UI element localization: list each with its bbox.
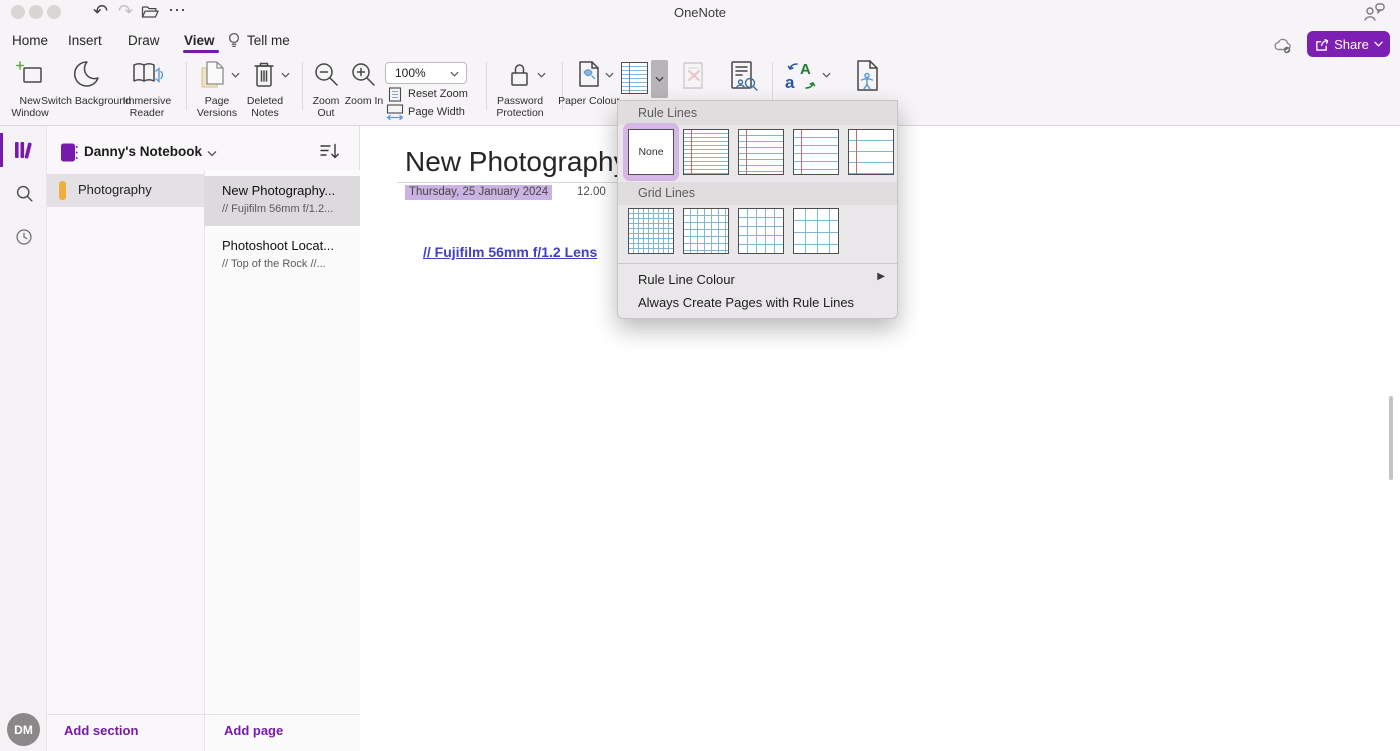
deleted-notes-icon[interactable] [251,59,277,91]
active-tab-underline [183,50,219,53]
new-window-icon[interactable] [16,60,46,90]
notebook-icon [61,143,78,162]
tab-tell-me[interactable]: Tell me [247,33,290,48]
share-icon [1314,37,1329,51]
ribbon-separator [302,62,303,110]
lightbulb-icon [226,31,242,49]
zoom-out-icon[interactable] [311,60,341,90]
password-protection-chevron-icon[interactable] [537,72,546,78]
notebook-chevron-icon[interactable] [207,150,217,157]
recent-notes-clock-icon[interactable] [15,228,33,246]
always-create-pages-item[interactable]: Always Create Pages with Rule Lines [638,295,854,310]
reset-zoom-icon[interactable] [388,87,402,102]
add-section-button[interactable]: Add section [64,723,138,738]
undo-icon[interactable]: ↶ [93,2,108,20]
rule-lines-option-ruled-college[interactable] [738,129,784,175]
page-title: New Photography... [222,183,335,198]
tab-insert[interactable]: Insert [68,33,102,48]
active-rail-indicator [0,133,3,167]
immersive-reader-label[interactable]: Immersive Reader [111,96,183,119]
people-presence-icon[interactable] [1362,2,1388,22]
rule-lines-option-ruled-standard[interactable] [793,129,839,175]
page-row-new-photography[interactable]: New Photography... // Fujifilm 56mm f/1.… [204,176,360,226]
sort-pages-icon[interactable] [318,140,340,162]
vertical-scrollbar[interactable] [1389,396,1393,480]
zoom-level-select[interactable]: 100% [385,62,467,84]
reset-zoom-label[interactable]: Reset Zoom [408,88,468,100]
sidebar: Danny's Notebook Photography New Photogr… [47,126,360,751]
grid-lines-option-grid-medium[interactable] [683,208,729,254]
svg-text:a: a [785,73,795,92]
share-chevron-icon [1374,41,1383,47]
navigation-rail [0,126,47,751]
search-icon[interactable] [15,184,34,203]
rule-lines-menu: Rule Lines None Grid Lines Rule Line Col… [617,100,898,319]
rule-line-colour-item[interactable]: Rule Line Colour [638,272,735,287]
rule-lines-option-none[interactable]: None [628,129,674,175]
grid-lines-option-grid-xlarge[interactable] [793,208,839,254]
zoom-select-chevron-icon [450,71,459,77]
deleted-notes-chevron-icon[interactable] [281,72,290,78]
page-title: Photoshoot Locat... [222,238,334,253]
share-button-label: Share [1334,37,1369,52]
note-time[interactable]: 12.00 [577,186,606,198]
more-toolbar-icon[interactable]: ⋯ [168,1,186,19]
tab-home[interactable]: Home [12,33,48,48]
rule-tiles-row: None [618,101,897,320]
sync-status-cloud-icon [1271,36,1295,55]
password-protection-label[interactable]: Password Protection [479,96,561,119]
page-versions-icon[interactable] [198,59,226,91]
section-row-photography[interactable]: Photography [47,174,204,207]
immersive-reader-icon[interactable] [130,61,164,89]
page-row-photoshoot-locations[interactable]: Photoshoot Locat... // Top of the Rock /… [204,231,360,281]
app-title: OneNote [0,5,1400,20]
deleted-notes-label[interactable]: Deleted Notes [234,96,296,119]
switch-background-icon[interactable] [71,59,101,91]
paper-colour-icon[interactable] [574,59,604,91]
account-avatar[interactable]: DM [7,713,40,746]
section-color-marker [59,181,66,200]
note-link[interactable]: // Fujifilm 56mm f/1.2 Lens [423,244,597,260]
sidebar-bottom-divider [47,714,360,715]
note-date-highlighted[interactable]: Thursday, 25 January 2024 [405,185,552,200]
tab-draw[interactable]: Draw [128,33,160,48]
notebooks-library-icon[interactable] [13,139,36,162]
rule-lines-chevron-icon [655,76,664,82]
accessibility-view-icon[interactable] [852,58,882,94]
menu-separator [618,263,897,264]
page-versions-chevron-icon[interactable] [231,72,240,78]
submenu-arrow-icon: ▶ [877,271,885,282]
paper-colour-chevron-icon[interactable] [605,72,614,78]
svg-text:A: A [800,61,811,78]
translate-chevron-icon[interactable] [822,72,831,78]
check-accessibility-icon[interactable] [727,59,759,93]
redo-icon[interactable]: ↷ [118,2,133,20]
grid-lines-section-header: Grid Lines [618,182,897,205]
open-notebook-icon[interactable] [140,3,160,21]
zoom-level-value: 100% [395,66,426,80]
paper-colour-label[interactable]: Paper Colour [557,96,621,108]
page-width-label[interactable]: Page Width [408,106,465,118]
password-protection-icon[interactable] [505,60,535,90]
page-width-icon[interactable] [386,104,404,120]
grid-lines-option-grid-small[interactable] [628,208,674,254]
section-name: Photography [78,182,152,197]
zoom-out-label[interactable]: Zoom Out [306,96,346,119]
notebook-name[interactable]: Danny's Notebook [84,144,202,159]
rule-lines-dropdown-button[interactable] [651,60,668,98]
share-button[interactable]: Share [1307,31,1390,57]
hide-page-title-icon-disabled [680,60,710,92]
rule-lines-button[interactable] [621,62,648,94]
rule-lines-option-ruled-narrow[interactable] [683,129,729,175]
add-page-button[interactable]: Add page [224,723,283,738]
translate-icon[interactable]: a A [784,58,820,94]
zoom-in-label[interactable]: Zoom In [344,96,384,108]
rule-lines-option-ruled-wide[interactable] [848,129,894,175]
page-subtitle: // Fujifilm 56mm f/1.2... [222,203,333,215]
page-subtitle: // Top of the Rock //... [222,258,326,270]
grid-lines-option-grid-large[interactable] [738,208,784,254]
zoom-in-icon[interactable] [348,60,378,90]
tab-view[interactable]: View [184,33,215,48]
